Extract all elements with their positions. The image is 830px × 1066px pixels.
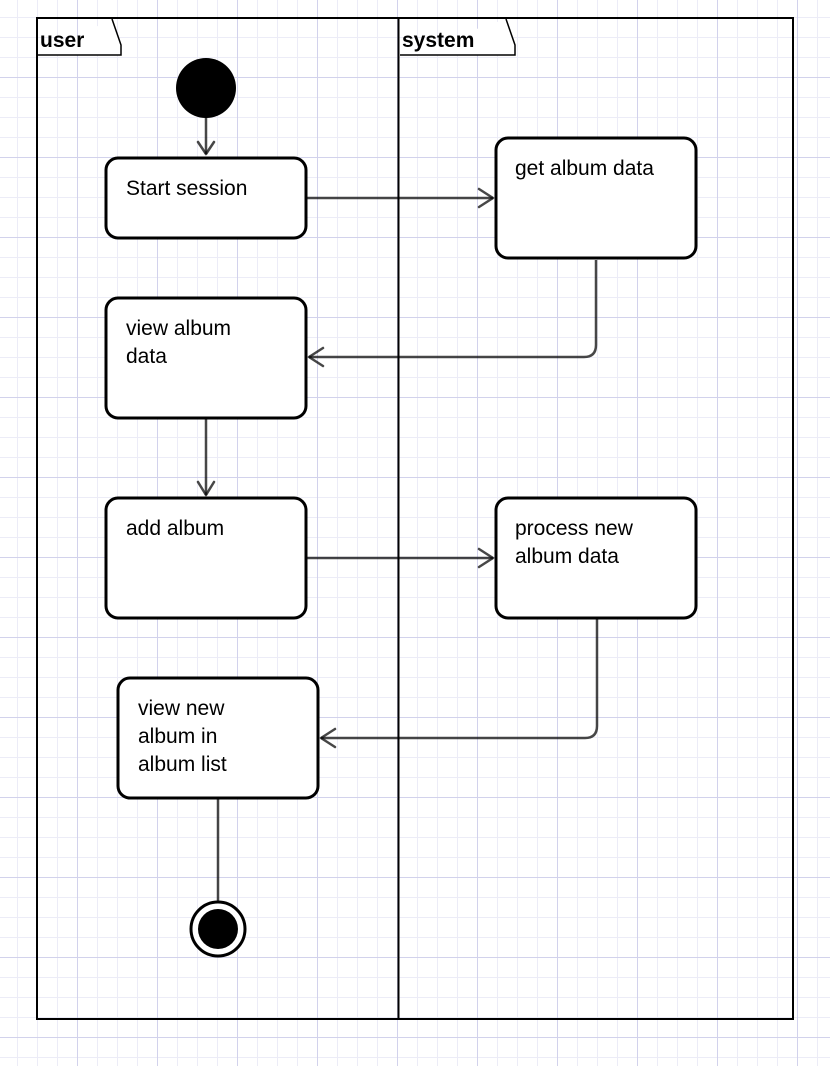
flow-get-album-data-to-view-album-data [307, 260, 598, 368]
flow-process-to-view-new-album [319, 619, 599, 749]
activity-process-new-album-data[interactable]: process new album data [494, 496, 698, 620]
lane-user: user [38, 18, 122, 56]
lane-system-title: system [402, 29, 474, 52]
activity-start-session-label: Start session [126, 177, 247, 200]
activity-view-new-album-label: view new album in album list [138, 697, 230, 776]
initial-node-icon [176, 58, 236, 118]
activity-get-album-data-label: get album data [515, 157, 654, 180]
activity-start-session[interactable]: Start session [104, 156, 308, 240]
activity-add-album-label: add album [126, 517, 224, 540]
flow-start-to-start-session [196, 116, 216, 156]
activity-get-album-data[interactable]: get album data [494, 136, 698, 260]
activity-add-album[interactable]: add album [104, 496, 308, 620]
lane-user-title: user [40, 29, 84, 52]
flow-view-album-data-to-add-album [196, 419, 216, 497]
activity-view-new-album[interactable]: view new album in album list [116, 676, 320, 800]
lane-system: system [400, 18, 516, 56]
final-node-icon [189, 900, 247, 958]
activity-diagram: user system Start session get album data… [36, 17, 794, 1020]
activity-view-album-data[interactable]: view album data [104, 296, 308, 420]
